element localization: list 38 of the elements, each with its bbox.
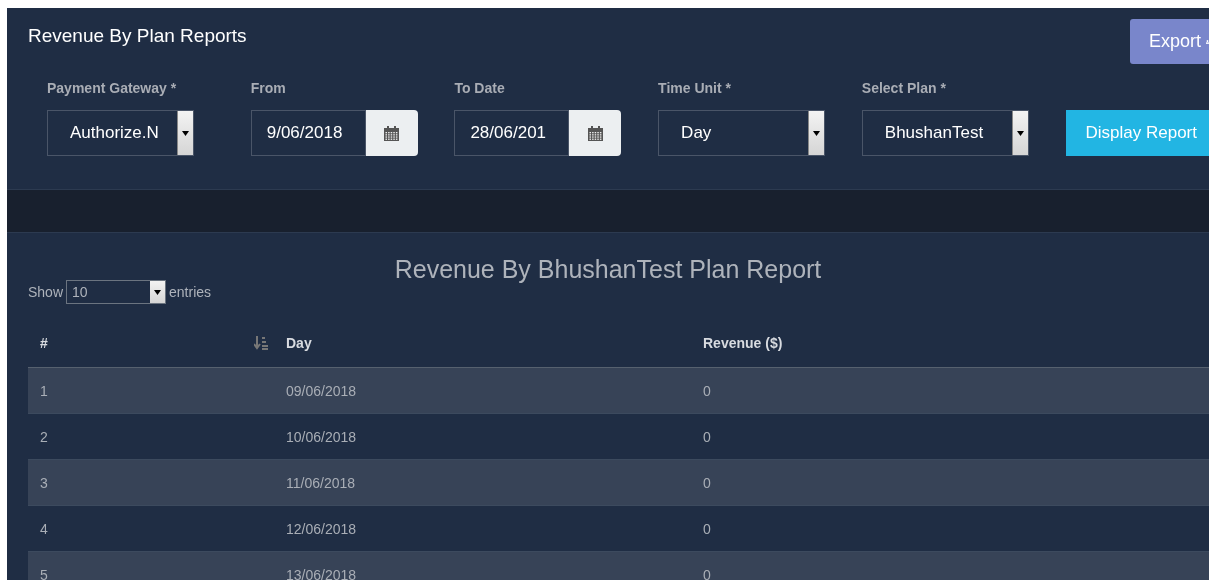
table-cell: 0 xyxy=(703,520,711,537)
table-cell: 2 xyxy=(40,428,48,445)
table-cell: 0 xyxy=(703,428,711,445)
dropdown[interactable]: Day xyxy=(658,110,826,156)
dropdown[interactable]: BhushanTest xyxy=(861,110,1029,156)
table-cell: 09/06/2018 xyxy=(286,382,357,399)
entries-label: entries xyxy=(169,284,212,300)
table-cell: 1 xyxy=(40,382,48,399)
table-cell: 0 xyxy=(703,474,711,491)
table-cell: 5 xyxy=(40,566,48,580)
field-label: Select Plan * xyxy=(861,80,947,96)
column-header[interactable]: Revenue ($) xyxy=(703,335,783,351)
calendar-button[interactable] xyxy=(365,110,418,156)
page-size-dropdown[interactable]: 10 xyxy=(66,280,167,304)
column-header[interactable]: # xyxy=(40,335,48,351)
table-cell: 0 xyxy=(703,566,711,580)
table-cell: 4 xyxy=(40,520,48,537)
date-field[interactable]: 28/06/201 xyxy=(454,110,570,156)
calendar-icon xyxy=(587,125,603,141)
calendar-button[interactable] xyxy=(569,110,622,156)
table-cell: 10/06/2018 xyxy=(286,428,357,445)
table-cell: 13/06/2018 xyxy=(286,566,357,580)
report-title: Revenue By BhushanTest Plan Report xyxy=(393,255,823,284)
table-cell: 11/06/2018 xyxy=(286,474,356,491)
date-field[interactable]: 9/06/2018 xyxy=(250,110,366,156)
field-label: To Date xyxy=(454,80,506,96)
field-label: Payment Gateway * xyxy=(47,80,178,96)
show-label: Show xyxy=(28,284,64,300)
field-label: Time Unit * xyxy=(658,80,732,96)
page-title: Revenue By Plan Reports xyxy=(28,25,247,47)
table-cell: 0 xyxy=(703,382,711,399)
calendar-icon xyxy=(384,125,400,141)
table-cell: 3 xyxy=(40,474,48,491)
table-cell: 12/06/2018 xyxy=(286,520,357,537)
column-header[interactable]: Day xyxy=(286,335,312,351)
dropdown[interactable]: Authorize.N xyxy=(47,110,194,156)
field-label: From xyxy=(250,80,287,96)
sort-icon[interactable] xyxy=(254,336,268,350)
